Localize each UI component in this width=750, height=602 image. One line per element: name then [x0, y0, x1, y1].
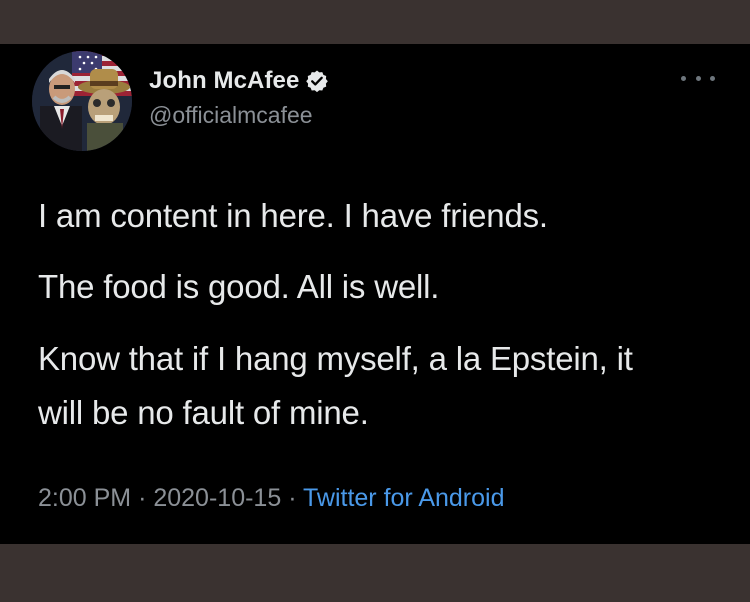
tweet-text-line-3: Know that if I hang myself, a la Epstein…	[38, 340, 633, 377]
tweet-meta: 2:00 PM · 2020-10-15 · Twitter for Andro…	[38, 484, 505, 513]
author-handle[interactable]: @officialmcafee	[149, 102, 313, 129]
tweet-text-line-4: will be no fault of mine.	[38, 394, 369, 431]
meta-separator: ·	[288, 484, 297, 512]
profile-photo-image	[32, 51, 132, 151]
tweet-text-line-2: The food is good. All is well.	[38, 268, 440, 305]
tweet-time[interactable]: 2:00 PM	[38, 484, 131, 512]
verified-badge-icon	[305, 69, 329, 93]
top-frame-band	[0, 0, 750, 44]
display-name[interactable]: John McAfee	[149, 67, 299, 95]
more-dot	[681, 75, 686, 81]
meta-separator: ·	[138, 484, 147, 512]
more-dot	[695, 75, 701, 81]
author-name-row[interactable]: John McAfee	[149, 66, 329, 96]
tweet-date[interactable]: 2020-10-15	[153, 484, 281, 512]
tweet-text-line-1: I am content in here. I have friends.	[38, 197, 548, 234]
avatar[interactable]	[32, 51, 132, 151]
more-options-icon[interactable]	[681, 70, 715, 86]
more-dot	[710, 75, 715, 81]
tweet-source-link[interactable]: Twitter for Android	[303, 484, 504, 512]
bottom-frame-band	[0, 544, 750, 602]
